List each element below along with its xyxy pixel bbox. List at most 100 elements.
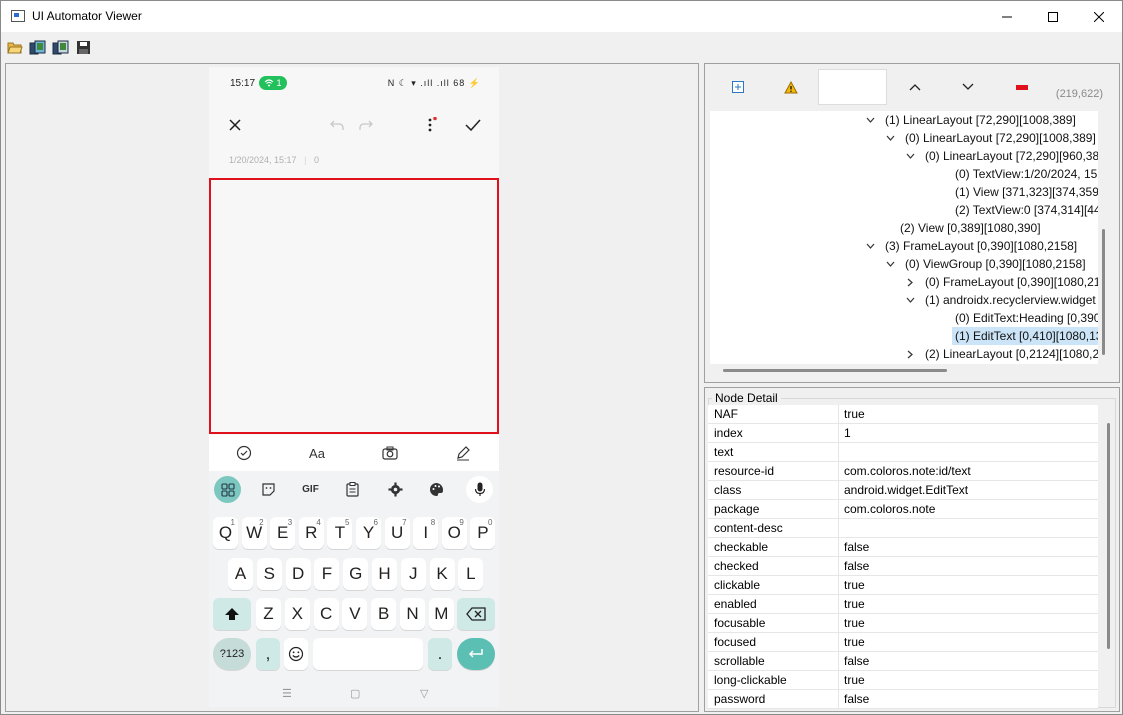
clear-button[interactable] (996, 69, 1048, 105)
open-button[interactable] (7, 40, 25, 56)
key-l[interactable]: L (458, 558, 484, 590)
enter-key[interactable] (457, 638, 495, 670)
period-key[interactable]: . (428, 638, 452, 670)
detail-row[interactable]: password false (708, 690, 1098, 709)
text-format-icon[interactable]: Aa (307, 443, 327, 463)
key-m[interactable]: M (428, 598, 454, 630)
detail-row[interactable]: long-clickable true (708, 671, 1098, 690)
key-e[interactable]: E3 (270, 517, 296, 549)
minimize-button[interactable] (984, 1, 1030, 32)
tree-node[interactable]: (0) FrameLayout [0,390][1080,2158] (925, 273, 1098, 291)
tree-node[interactable]: (0) ViewGroup [0,390][1080,2158] (905, 255, 1086, 273)
undo-icon[interactable] (327, 115, 347, 135)
redo-icon[interactable] (356, 115, 376, 135)
sticker-icon[interactable] (255, 476, 282, 503)
key-n[interactable]: N (400, 598, 425, 630)
detail-row[interactable]: clickable true (708, 576, 1098, 595)
tree-node[interactable]: (0) TextView:1/20/2024, 15:17 (955, 165, 1098, 183)
detail-row[interactable]: scrollable false (708, 652, 1098, 671)
detail-row[interactable]: package com.coloros.note (708, 500, 1098, 519)
checklist-icon[interactable] (234, 443, 254, 463)
key-w[interactable]: W2 (241, 517, 267, 549)
close-button[interactable] (1076, 1, 1122, 32)
next-node-button[interactable] (942, 69, 994, 105)
home-nav-icon[interactable]: ▢ (350, 687, 360, 700)
previous-node-button[interactable] (889, 69, 941, 105)
key-v[interactable]: V (342, 598, 368, 630)
chevron-right-icon[interactable] (905, 273, 915, 291)
key-c[interactable]: C (313, 598, 339, 630)
emoji-key[interactable] (284, 638, 308, 670)
menu-nav-icon[interactable]: ☰ (282, 687, 292, 700)
tree-node[interactable]: (1) androidx.recyclerview.widget (925, 291, 1096, 309)
detail-row[interactable]: enabled true (708, 595, 1098, 614)
detail-vertical-scrollbar[interactable] (1107, 423, 1110, 649)
detail-row[interactable]: checked false (708, 557, 1098, 576)
key-x[interactable]: X (284, 598, 310, 630)
palette-icon[interactable] (423, 476, 450, 503)
tree-horizontal-scrollbar[interactable] (723, 369, 947, 372)
back-nav-icon[interactable]: ▽ (420, 687, 428, 700)
save-button[interactable] (76, 40, 94, 56)
selected-tool-button[interactable] (818, 69, 887, 105)
symbols-key[interactable]: ?123 (213, 638, 251, 670)
tree-node[interactable]: (1) EditText [0,410][1080,1381] (952, 327, 1098, 345)
key-y[interactable]: Y6 (356, 517, 381, 549)
device-screenshot-button[interactable] (29, 40, 47, 56)
microphone-icon[interactable] (466, 476, 493, 503)
key-b[interactable]: B (371, 598, 397, 630)
maximize-button[interactable] (1030, 1, 1076, 32)
tree-node[interactable]: (2) TextView:0 [374,314][440,368] (955, 201, 1098, 219)
detail-row[interactable]: text (708, 443, 1098, 462)
comma-key[interactable]: , (256, 638, 280, 670)
key-d[interactable]: D (285, 558, 311, 590)
key-u[interactable]: U7 (384, 517, 410, 549)
checkmark-icon[interactable] (463, 115, 483, 135)
tree-node[interactable]: (1) View [371,323][374,359] (955, 183, 1098, 201)
apps-grid-icon[interactable] (214, 476, 241, 503)
space-key[interactable] (313, 638, 423, 670)
clipboard-icon[interactable] (339, 476, 366, 503)
device-screenshot[interactable]: 15:17 1 N ☾ ▾ .ıll .ıll 68 ⚡ 1/20/2024, … (209, 67, 499, 707)
key-i[interactable]: I8 (413, 517, 439, 549)
key-o[interactable]: O9 (441, 517, 467, 549)
key-h[interactable]: H (372, 558, 397, 590)
detail-row[interactable]: class android.widget.EditText (708, 481, 1098, 500)
key-f[interactable]: F (314, 558, 340, 590)
detail-row[interactable]: resource-id com.coloros.note:id/text (708, 462, 1098, 481)
key-g[interactable]: G (343, 558, 369, 590)
chevron-down-icon[interactable] (885, 255, 895, 273)
chevron-down-icon[interactable] (905, 147, 915, 165)
chevron-down-icon[interactable] (905, 291, 915, 309)
tree-node[interactable]: (0) LinearLayout [72,290][1008,389] (905, 129, 1096, 147)
detail-row[interactable]: content-desc (708, 519, 1098, 538)
chevron-down-icon[interactable] (865, 111, 875, 129)
chevron-right-icon[interactable] (905, 345, 915, 363)
key-r[interactable]: R4 (298, 517, 324, 549)
detail-row[interactable]: checkable false (708, 538, 1098, 557)
more-options-icon[interactable] (421, 115, 441, 135)
key-k[interactable]: K (429, 558, 455, 590)
device-screenshot-compressed-button[interactable] (52, 40, 70, 56)
key-p[interactable]: P0 (470, 517, 496, 549)
key-a[interactable]: A (228, 558, 253, 590)
hierarchy-tree[interactable]: (1) LinearLayout [72,290][1008,389] (0) L… (710, 111, 1098, 364)
toggle-naf-button[interactable] (765, 69, 817, 105)
tree-vertical-scrollbar[interactable] (1102, 229, 1105, 355)
pen-icon[interactable] (453, 443, 473, 463)
camera-icon[interactable] (380, 443, 400, 463)
detail-row[interactable]: focused true (708, 633, 1098, 652)
expand-all-button[interactable] (712, 69, 764, 105)
settings-gear-icon[interactable] (382, 476, 409, 503)
detail-row[interactable]: focusable true (708, 614, 1098, 633)
detail-row[interactable]: NAF true (708, 405, 1098, 424)
tree-node[interactable]: (3) FrameLayout [0,390][1080,2158] (885, 237, 1077, 255)
key-z[interactable]: Z (256, 598, 281, 630)
shift-key[interactable] (213, 598, 251, 630)
tree-node[interactable]: (1) LinearLayout [72,290][1008,389] (885, 111, 1076, 129)
screenshot-pane[interactable]: 15:17 1 N ☾ ▾ .ıll .ıll 68 ⚡ 1/20/2024, … (5, 63, 699, 712)
close-note-icon[interactable] (225, 115, 245, 135)
backspace-key[interactable] (457, 598, 495, 630)
tree-node[interactable]: (2) LinearLayout [0,2124][1080,2158] (925, 345, 1098, 363)
chevron-down-icon[interactable] (885, 129, 895, 147)
